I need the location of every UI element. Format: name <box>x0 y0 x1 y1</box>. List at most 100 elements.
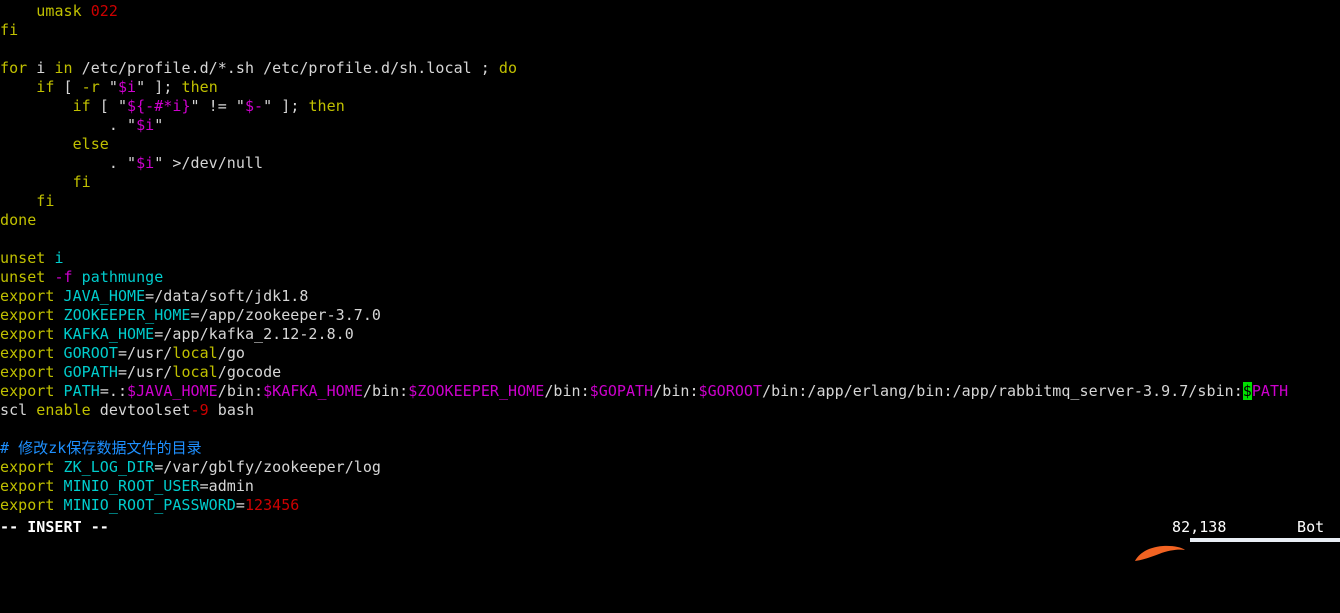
code-token: then <box>308 97 345 115</box>
code-token: fi <box>72 173 91 191</box>
code-line[interactable]: export JAVA_HOME=/data/soft/jdk1.8 <box>0 287 1340 306</box>
code-token: /go <box>217 344 245 362</box>
code-token: $- <box>244 97 264 115</box>
code-token: " <box>99 78 118 96</box>
code-token: done <box>0 211 37 229</box>
code-line[interactable]: . "$i" >/dev/null <box>0 154 1340 173</box>
code-token: for <box>0 59 28 77</box>
code-line[interactable] <box>0 40 1340 59</box>
code-line[interactable]: if [ "${-#*i}" != "$-" ]; then <box>0 97 1340 116</box>
code-token: /bin: <box>544 382 590 400</box>
code-token: export <box>0 382 55 400</box>
vim-status-line: -- INSERT -- 82,138 Bot <box>0 518 1340 542</box>
code-token: do <box>498 59 518 77</box>
code-token: ${-#*i} <box>127 97 191 115</box>
vim-ruler-position: 82,138 <box>1172 518 1227 536</box>
code-token: =admin <box>199 477 255 495</box>
code-line[interactable]: export KAFKA_HOME=/app/kafka_2.12-2.8.0 <box>0 325 1340 344</box>
code-token: unset <box>0 268 46 286</box>
code-line[interactable]: umask 022 <box>0 2 1340 21</box>
code-token: ZOOKEEPER_HOME <box>63 306 191 324</box>
code-token: " <box>154 116 164 134</box>
code-token: =/app/kafka_2.12-2.8.0 <box>154 325 354 343</box>
code-token: 022 <box>90 2 118 20</box>
code-token: =/app/zookeeper-3.7.0 <box>190 306 382 324</box>
code-line[interactable]: fi <box>0 173 1340 192</box>
code-line[interactable]: for i in /etc/profile.d/*.sh /etc/profil… <box>0 59 1340 78</box>
terminal-window[interactable]: umask 022 fi for i in /etc/profile.d/*.sh… <box>0 0 1340 561</box>
code-token: /etc/profile.d/*.sh /etc/profile.d/sh.lo… <box>72 59 499 77</box>
code-token: $GOPATH <box>589 382 654 400</box>
window-bottom-edge <box>1190 538 1340 542</box>
vim-text-buffer[interactable]: umask 022 fi for i in /etc/profile.d/*.sh… <box>0 2 1340 515</box>
code-line[interactable]: done <box>0 211 1340 230</box>
code-line[interactable]: export MINIO_ROOT_PASSWORD=123456 <box>0 496 1340 515</box>
code-token: $GOROOT <box>698 382 763 400</box>
code-token: scl <box>0 401 37 419</box>
code-line[interactable]: export GOPATH=/usr/local/gocode <box>0 363 1340 382</box>
code-token: i <box>54 249 64 267</box>
code-token: -9 <box>190 401 209 419</box>
code-token: i <box>27 59 55 77</box>
code-token: $i <box>117 78 137 96</box>
code-token: fi <box>0 21 19 39</box>
vim-file-position-indicator: Bot <box>1297 518 1325 536</box>
code-line[interactable]: fi <box>0 21 1340 40</box>
code-token: /bin: <box>217 382 264 400</box>
code-token: $JAVA_HOME <box>127 382 218 400</box>
code-token: export <box>0 306 55 324</box>
code-token: PATH <box>63 382 100 400</box>
code-token: /bin:/app/erlang/bin:/app/rabbitmq_serve… <box>762 382 1243 400</box>
code-token: # 修改zk保存数据文件的目录 <box>0 439 202 457</box>
code-token: " != " <box>190 97 245 115</box>
code-line[interactable]: export GOROOT=/usr/local/go <box>0 344 1340 363</box>
code-token: /bin: <box>362 382 409 400</box>
code-token: GOROOT <box>63 344 118 362</box>
code-line[interactable]: else <box>0 135 1340 154</box>
code-line[interactable]: export MINIO_ROOT_USER=admin <box>0 477 1340 496</box>
code-line[interactable]: fi <box>0 192 1340 211</box>
code-token: " ]; <box>263 97 309 115</box>
code-line[interactable] <box>0 420 1340 439</box>
code-token: export <box>0 287 55 305</box>
code-token: local <box>172 344 218 362</box>
code-line[interactable] <box>0 230 1340 249</box>
code-token: devtoolset <box>90 401 191 419</box>
code-token: GOPATH <box>63 363 118 381</box>
code-token: umask <box>36 2 82 20</box>
code-token: [ " <box>90 97 128 115</box>
code-line[interactable]: unset i <box>0 249 1340 268</box>
code-line[interactable]: if [ -r "$i" ]; then <box>0 78 1340 97</box>
code-line[interactable]: export ZOOKEEPER_HOME=/app/zookeeper-3.7… <box>0 306 1340 325</box>
code-token: . " <box>0 154 137 172</box>
code-token: export <box>0 344 55 362</box>
code-token: fi <box>36 192 55 210</box>
code-line[interactable]: export PATH=.:$JAVA_HOME/bin:$KAFKA_HOME… <box>0 382 1340 401</box>
text-cursor: $ <box>1242 382 1252 400</box>
code-token: export <box>0 325 55 343</box>
code-line[interactable]: scl enable devtoolset-9 bash <box>0 401 1340 420</box>
vim-mode-message: -- INSERT -- <box>0 518 109 536</box>
code-line[interactable]: export ZK_LOG_DIR=/var/gblfy/zookeeper/l… <box>0 458 1340 477</box>
code-token: pathmunge <box>81 268 164 286</box>
code-token: $i <box>136 116 155 134</box>
code-line[interactable]: . "$i" <box>0 116 1340 135</box>
code-token: in <box>54 59 73 77</box>
code-token: [ <box>54 78 82 96</box>
code-line[interactable]: unset -f pathmunge <box>0 268 1340 287</box>
code-token: unset <box>0 249 46 267</box>
code-line[interactable]: # 修改zk保存数据文件的目录 <box>0 439 1340 458</box>
code-token: $i <box>136 154 155 172</box>
code-token: 123456 <box>244 496 300 514</box>
